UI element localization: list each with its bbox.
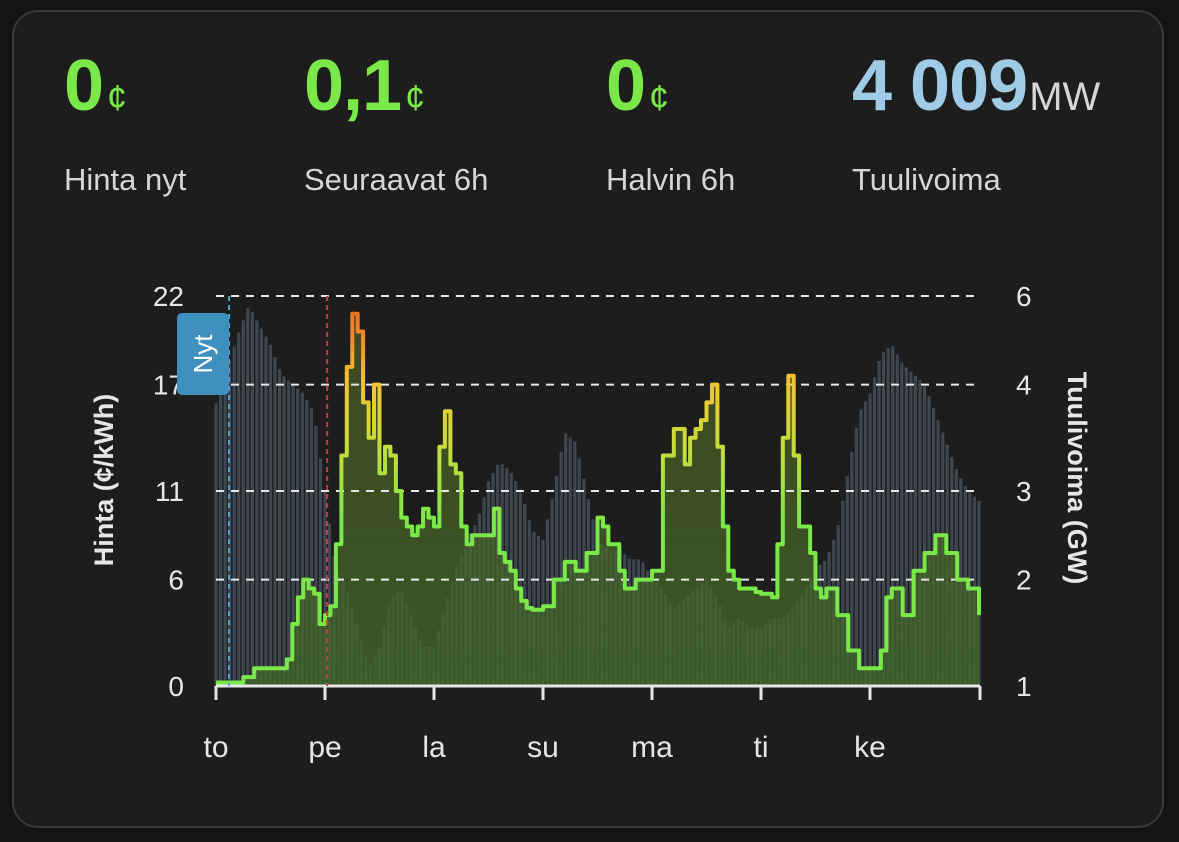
- wind-bar: [268, 344, 273, 687]
- wind-bar: [273, 356, 277, 686]
- y-left-tick-label: 11: [155, 476, 184, 507]
- x-tick-label: su: [527, 731, 559, 764]
- wind-bar: [259, 328, 263, 686]
- price-wind-chart[interactable]: to pe la su ma ti ke0611172212346Hinta (¢/kWh)…: [0, 0, 1179, 842]
- x-tick-label: ke: [854, 731, 886, 764]
- y-right-tick-label: 2: [1016, 565, 1032, 596]
- y-left-tick-label: 0: [168, 671, 184, 702]
- y-right-axis-title: Tuulivoima (GW): [1062, 372, 1092, 584]
- wind-bar: [214, 403, 218, 687]
- y-left-tick-label: 22: [153, 281, 184, 312]
- wind-bar: [241, 320, 245, 686]
- y-right-tick-label: 4: [1016, 370, 1032, 401]
- wind-bar: [278, 369, 282, 686]
- x-tick-label: pe: [308, 731, 341, 764]
- wind-bar: [287, 380, 291, 686]
- x-tick-label: ma: [631, 731, 673, 764]
- wind-bar: [868, 393, 872, 686]
- wind-bar: [223, 374, 227, 686]
- y-right-tick-label: 6: [1016, 281, 1032, 312]
- wind-bar: [232, 346, 236, 686]
- wind-bar: [863, 401, 868, 686]
- wind-bar: [255, 320, 259, 686]
- y-right-tick-label: 1: [1016, 671, 1032, 702]
- x-tick-label: la: [422, 731, 446, 764]
- y-left-tick-label: 6: [168, 565, 184, 596]
- wind-bar: [854, 427, 858, 686]
- x-tick-label: ti: [754, 731, 769, 764]
- y-right-tick-label: 3: [1016, 476, 1032, 507]
- wind-bar: [218, 389, 223, 686]
- x-tick-label: to: [203, 731, 228, 764]
- wind-bar: [877, 361, 881, 686]
- wind-bar: [859, 409, 863, 686]
- wind-bar: [282, 376, 286, 686]
- wind-bar: [264, 336, 268, 686]
- wind-bar: [246, 308, 250, 686]
- wind-bar: [250, 312, 254, 686]
- now-badge-label: Nyt: [188, 334, 218, 374]
- y-left-axis-title: Hinta (¢/kWh): [89, 394, 119, 567]
- wind-bar: [872, 377, 877, 686]
